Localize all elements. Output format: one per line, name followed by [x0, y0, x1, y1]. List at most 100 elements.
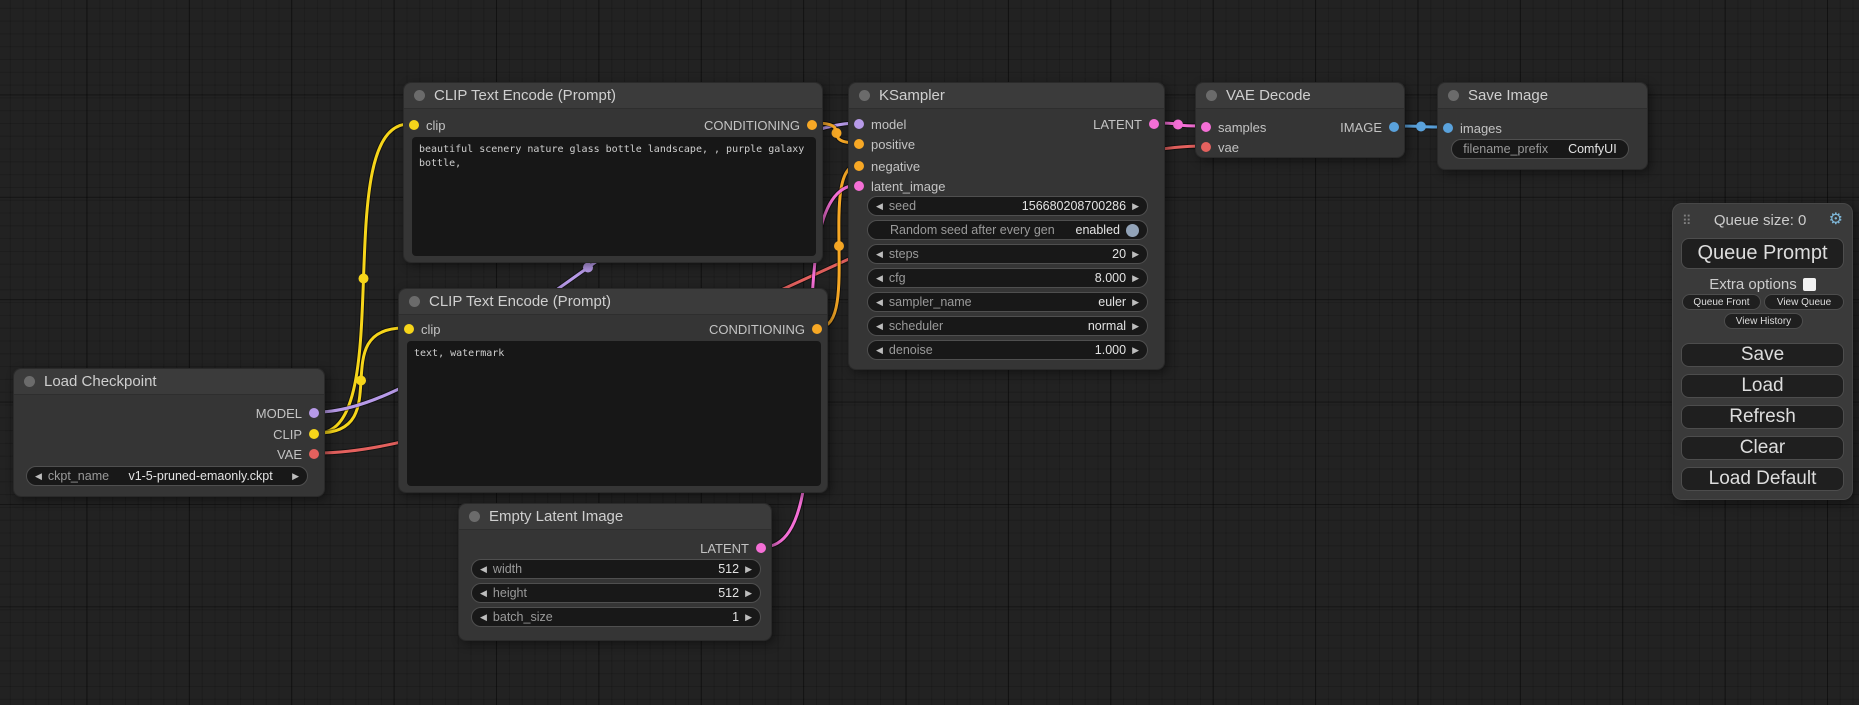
prompt-text-area[interactable]: beautiful scenery nature glass bottle la…: [412, 137, 816, 256]
port-dot-vae-icon[interactable]: [309, 449, 319, 459]
widget-filename-prefix[interactable]: filename_prefix ComfyUI: [1451, 139, 1629, 159]
node-clip-text-encode-negative[interactable]: CLIP Text Encode (Prompt) clip CONDITION…: [398, 288, 828, 493]
widget-sampler-name[interactable]: ◀ sampler_name euler ▶: [867, 292, 1148, 312]
decrement-arrow-icon[interactable]: ◀: [876, 346, 883, 355]
load-button[interactable]: Load: [1681, 374, 1844, 398]
input-clip[interactable]: clip: [409, 115, 446, 135]
port-dot-model-icon[interactable]: [309, 408, 319, 418]
input-model[interactable]: model: [854, 114, 906, 134]
increment-arrow-icon[interactable]: ▶: [745, 589, 752, 598]
comfyui-canvas[interactable]: { "app_title": "ComfyUI Workflow Graph",…: [0, 0, 1859, 705]
node-save-image[interactable]: Save Image images filename_prefix ComfyU…: [1437, 82, 1648, 170]
input-positive[interactable]: positive: [854, 134, 915, 154]
node-clip-text-encode-positive[interactable]: CLIP Text Encode (Prompt) clip CONDITION…: [403, 82, 823, 263]
node-titlebar[interactable]: CLIP Text Encode (Prompt): [404, 83, 822, 109]
port-dot-conditioning-icon[interactable]: [812, 324, 822, 334]
increment-arrow-icon[interactable]: ▶: [1132, 298, 1139, 307]
port-dot-latent-icon[interactable]: [756, 543, 766, 553]
widget-batch-size[interactable]: ◀ batch_size 1 ▶: [471, 607, 761, 627]
widget-random-seed-toggle[interactable]: Random seed after every gen enabled: [867, 220, 1148, 240]
decrement-arrow-icon[interactable]: ◀: [480, 613, 487, 622]
port-dot-model-icon[interactable]: [854, 119, 864, 129]
link-midpoint-dot[interactable]: [356, 376, 366, 386]
increment-arrow-icon[interactable]: ▶: [292, 472, 299, 481]
decrement-arrow-icon[interactable]: ◀: [876, 250, 883, 259]
node-titlebar[interactable]: Load Checkpoint: [14, 369, 324, 395]
port-dot-latent-icon[interactable]: [854, 181, 864, 191]
drag-handle-icon[interactable]: ⠿: [1682, 214, 1692, 227]
widget-cfg[interactable]: ◀ cfg 8.000 ▶: [867, 268, 1148, 288]
link-midpoint-dot[interactable]: [583, 263, 593, 273]
extra-options-checkbox[interactable]: [1803, 278, 1816, 291]
increment-arrow-icon[interactable]: ▶: [745, 613, 752, 622]
increment-arrow-icon[interactable]: ▶: [1132, 274, 1139, 283]
port-dot-clip-icon[interactable]: [309, 429, 319, 439]
port-dot-conditioning-icon[interactable]: [807, 120, 817, 130]
node-load-checkpoint[interactable]: Load Checkpoint MODEL CLIP VAE ◀ ckpt_na…: [13, 368, 325, 497]
output-clip[interactable]: CLIP: [273, 424, 319, 444]
increment-arrow-icon[interactable]: ▶: [745, 565, 752, 574]
input-latent-image[interactable]: latent_image: [854, 176, 945, 196]
node-titlebar[interactable]: VAE Decode: [1196, 83, 1404, 109]
widget-height[interactable]: ◀ height 512 ▶: [471, 583, 761, 603]
toggle-dot-icon[interactable]: [1126, 224, 1139, 237]
port-dot-conditioning-icon[interactable]: [854, 139, 864, 149]
queue-panel[interactable]: ⠿ Queue size: 0 ⚙ Queue Prompt Extra opt…: [1672, 203, 1853, 500]
widget-seed[interactable]: ◀ seed 156680208700286 ▶: [867, 196, 1148, 216]
link-midpoint-dot[interactable]: [1416, 122, 1426, 132]
input-samples[interactable]: samples: [1201, 117, 1266, 137]
output-conditioning[interactable]: CONDITIONING: [704, 115, 817, 135]
port-dot-image-icon[interactable]: [1443, 123, 1453, 133]
output-latent[interactable]: LATENT: [1093, 114, 1159, 134]
increment-arrow-icon[interactable]: ▶: [1132, 322, 1139, 331]
increment-arrow-icon[interactable]: ▶: [1132, 202, 1139, 211]
node-titlebar[interactable]: Empty Latent Image: [459, 504, 771, 530]
port-dot-clip-icon[interactable]: [409, 120, 419, 130]
input-clip[interactable]: clip: [404, 319, 441, 339]
decrement-arrow-icon[interactable]: ◀: [876, 274, 883, 283]
output-vae[interactable]: VAE: [277, 444, 319, 464]
widget-ckpt-name[interactable]: ◀ ckpt_name v1-5-pruned-emaonly.ckpt ▶: [26, 466, 308, 486]
output-image[interactable]: IMAGE: [1340, 117, 1399, 137]
decrement-arrow-icon[interactable]: ◀: [480, 565, 487, 574]
port-dot-latent-icon[interactable]: [1149, 119, 1159, 129]
output-latent[interactable]: LATENT: [700, 538, 766, 558]
input-images[interactable]: images: [1443, 118, 1502, 138]
link-midpoint-dot[interactable]: [359, 274, 369, 284]
port-dot-latent-icon[interactable]: [1201, 122, 1211, 132]
port-dot-image-icon[interactable]: [1389, 122, 1399, 132]
prompt-text-area[interactable]: text, watermark: [407, 341, 821, 486]
node-titlebar[interactable]: KSampler: [849, 83, 1164, 109]
node-titlebar[interactable]: CLIP Text Encode (Prompt): [399, 289, 827, 315]
node-vae-decode[interactable]: VAE Decode samples vae IMAGE: [1195, 82, 1405, 158]
port-dot-vae-icon[interactable]: [1201, 142, 1211, 152]
settings-gear-icon[interactable]: ⚙: [1829, 212, 1843, 228]
input-negative[interactable]: negative: [854, 156, 920, 176]
increment-arrow-icon[interactable]: ▶: [1132, 250, 1139, 259]
queue-prompt-button[interactable]: Queue Prompt: [1681, 238, 1844, 269]
queue-front-button[interactable]: Queue Front: [1682, 294, 1761, 310]
view-queue-button[interactable]: View Queue: [1764, 294, 1844, 310]
output-conditioning[interactable]: CONDITIONING: [709, 319, 822, 339]
view-history-button[interactable]: View History: [1724, 313, 1803, 329]
widget-scheduler[interactable]: ◀ scheduler normal ▶: [867, 316, 1148, 336]
port-dot-conditioning-icon[interactable]: [854, 161, 864, 171]
increment-arrow-icon[interactable]: ▶: [1132, 346, 1139, 355]
decrement-arrow-icon[interactable]: ◀: [35, 472, 42, 481]
widget-width[interactable]: ◀ width 512 ▶: [471, 559, 761, 579]
widget-denoise[interactable]: ◀ denoise 1.000 ▶: [867, 340, 1148, 360]
link-midpoint-dot[interactable]: [834, 241, 844, 251]
widget-steps[interactable]: ◀ steps 20 ▶: [867, 244, 1148, 264]
load-default-button[interactable]: Load Default: [1681, 467, 1844, 491]
output-model[interactable]: MODEL: [256, 403, 319, 423]
node-titlebar[interactable]: Save Image: [1438, 83, 1647, 109]
save-button[interactable]: Save: [1681, 343, 1844, 367]
link-midpoint-dot[interactable]: [1173, 120, 1183, 130]
decrement-arrow-icon[interactable]: ◀: [876, 298, 883, 307]
input-vae[interactable]: vae: [1201, 137, 1239, 157]
node-empty-latent-image[interactable]: Empty Latent Image LATENT ◀ width 512 ▶ …: [458, 503, 772, 641]
decrement-arrow-icon[interactable]: ◀: [480, 589, 487, 598]
node-ksampler[interactable]: KSampler model positive negative latent_…: [848, 82, 1165, 370]
port-dot-clip-icon[interactable]: [404, 324, 414, 334]
clear-button[interactable]: Clear: [1681, 436, 1844, 460]
